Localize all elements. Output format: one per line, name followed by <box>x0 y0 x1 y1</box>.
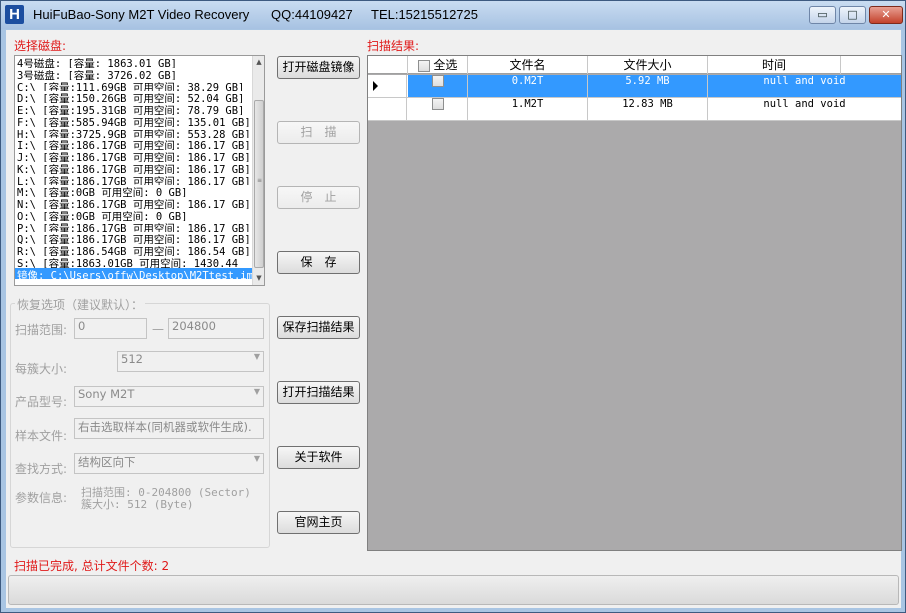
table-row[interactable]: 1.M2T 12.83 MB null and void <box>368 98 901 121</box>
row-header[interactable] <box>368 75 407 97</box>
grid-header: 全选 文件名 文件大小 时间 <box>368 56 901 74</box>
chevron-down-icon: ▼ <box>253 387 260 396</box>
close-icon: ✕ <box>881 8 891 21</box>
row-checkbox[interactable] <box>431 75 444 87</box>
filename-cell: 1.M2T <box>468 98 588 120</box>
save-scan-results-button[interactable]: 保存扫描结果 <box>277 316 360 339</box>
range-dash: — <box>152 322 164 336</box>
scan-range-to-input[interactable]: 204800 <box>168 318 264 339</box>
disk-list-item[interactable]: L:\ [容量:186.17GB 可用空间: 186.17 GB] <box>15 174 253 186</box>
scroll-up-arrow-icon[interactable]: ▲ <box>254 56 264 68</box>
scroll-grip-icon: ≡ <box>257 177 263 184</box>
close-button[interactable]: ✕ <box>869 6 903 24</box>
row-checkbox[interactable] <box>431 98 444 110</box>
disk-list-item[interactable]: N:\ [容量:186.17GB 可用空间: 186.17 GB] <box>15 197 253 209</box>
progress-bar <box>8 575 899 605</box>
disk-items: 4号磁盘: [容量: 1863.01 GB] 3号磁盘: [容量: 3726.02… <box>15 56 253 285</box>
disk-list-item[interactable]: E:\ [容量:195.31GB 可用空间: 78.79 GB] <box>15 103 253 115</box>
disk-list-item[interactable]: J:\ [容量:186.17GB 可用空间: 186.17 GB] <box>15 150 253 162</box>
minimize-icon: ▭ <box>817 8 828 21</box>
disk-list-item[interactable]: C:\ [容量:111.69GB 可用空间: 38.29 GB] <box>15 80 253 92</box>
scan-range-from-input[interactable]: 0 <box>74 318 147 339</box>
filesize-header[interactable]: 文件大小 <box>588 56 708 74</box>
disk-list-item[interactable]: D:\ [容量:150.26GB 可用空间: 52.04 GB] <box>15 91 253 103</box>
disk-list-item[interactable]: 3号磁盘: [容量: 3726.02 GB] <box>15 68 253 80</box>
minimize-button[interactable]: ▭ <box>809 6 836 24</box>
tel-contact: TEL:15215512725 <box>371 7 478 22</box>
disk-list-item[interactable]: 4号磁盘: [容量: 1863.01 GB] <box>15 56 253 68</box>
disk-list-item[interactable]: F:\ [容量:585.94GB 可用空间: 135.01 GB] <box>15 115 253 127</box>
app-logo-icon: H <box>5 5 24 24</box>
window-title: HuiFuBao-Sony M2T Video Recovery <box>33 7 250 22</box>
disk-list-item[interactable]: I:\ [容量:186.17GB 可用空间: 186.17 GB] <box>15 138 253 150</box>
select-all-label: 全选 <box>433 58 458 72</box>
product-model-select[interactable]: Sony M2T ▼ <box>74 386 264 407</box>
row-pointer-icon <box>373 81 378 91</box>
select-all-checkbox[interactable] <box>417 59 430 72</box>
filename-header[interactable]: 文件名 <box>468 56 588 74</box>
results-grid[interactable]: 全选 文件名 文件大小 时间 0.M2T 5.92 MB null and void… <box>367 55 902 551</box>
disk-list-item[interactable]: H:\ [容量:3725.9GB 可用空间: 553.28 GB] <box>15 127 253 139</box>
table-row[interactable]: 0.M2T 5.92 MB null and void <box>368 75 901 98</box>
row-select-cell[interactable] <box>408 98 468 120</box>
select-all-header[interactable]: 全选 <box>408 56 468 74</box>
status-text: 扫描已完成, 总计文件个数: 2 <box>14 559 170 573</box>
product-model-value: Sony M2T <box>78 387 135 401</box>
scan-button[interactable]: 扫 描 <box>277 121 360 144</box>
param-info-label: 参数信息: <box>15 491 68 505</box>
sample-file-input[interactable]: 右击选取样本(同机器或软件生成). <box>74 418 264 439</box>
qq-contact: QQ:44109427 <box>271 7 353 22</box>
title-bar[interactable]: H HuiFuBao-Sony M2T Video Recovery QQ:44… <box>1 1 905 29</box>
disk-select-label: 选择磁盘: <box>14 39 67 53</box>
grid-corner-cell <box>368 56 408 74</box>
maximize-button[interactable]: □ <box>839 6 866 24</box>
time-cell: null and void <box>763 98 846 110</box>
maximize-icon: □ <box>847 8 858 21</box>
recovery-options-legend: 恢复选项（建议默认）： <box>15 296 146 313</box>
disk-list-item[interactable]: 镜像: C:\Users\offw\Desktop\M2Ttest.im <box>15 267 253 280</box>
search-method-value: 结构区向下 <box>78 455 136 469</box>
time-header[interactable]: 时间 <box>708 56 841 74</box>
scan-range-label: 扫描范围: <box>15 323 68 337</box>
disk-listbox[interactable]: 4号磁盘: [容量: 1863.01 GB] 3号磁盘: [容量: 3726.02… <box>14 55 265 286</box>
param-cluster-size-text: 簇大小: 512 (Byte) <box>81 498 194 511</box>
disk-list-scrollbar[interactable]: ▲ ≡ ▼ <box>252 56 264 285</box>
time-cell: null and void <box>708 75 901 97</box>
cluster-size-label: 每簇大小: <box>15 362 68 376</box>
save-button[interactable]: 保 存 <box>277 251 360 274</box>
open-disk-image-button[interactable]: 打开磁盘镜像 <box>277 56 360 79</box>
client-area: 选择磁盘: 4号磁盘: [容量: 1863.01 GB] 3号磁盘: [容量: 3… <box>6 30 902 608</box>
scan-results-label: 扫描结果: <box>367 39 420 53</box>
product-model-label: 产品型号: <box>15 395 68 409</box>
disk-list-item[interactable]: Q:\ [容量:186.17GB 可用空间: 186.17 GB] <box>15 232 253 244</box>
scroll-down-arrow-icon[interactable]: ▼ <box>254 272 264 284</box>
open-scan-results-button[interactable]: 打开扫描结果 <box>277 381 360 404</box>
filename-cell: 0.M2T <box>468 75 588 97</box>
filesize-cell: 12.83 MB <box>588 98 708 120</box>
row-select-cell[interactable] <box>408 75 468 97</box>
scroll-thumb[interactable]: ≡ <box>254 100 264 268</box>
search-method-label: 查找方式: <box>15 462 68 476</box>
disk-list-item[interactable]: R:\ [容量:186.54GB 可用空间: 186.54 GB] <box>15 244 253 256</box>
disk-list-item[interactable]: O:\ [容量:0GB 可用空间: 0 GB] <box>15 209 253 221</box>
cluster-size-select[interactable]: 512 ▼ <box>117 351 264 372</box>
disk-list-item[interactable]: P:\ [容量:186.17GB 可用空间: 186.17 GB] <box>15 221 253 233</box>
app-window: H HuiFuBao-Sony M2T Video Recovery QQ:44… <box>0 0 906 613</box>
cluster-size-value: 512 <box>121 352 143 366</box>
filesize-cell: 5.92 MB <box>588 75 708 97</box>
chevron-down-icon: ▼ <box>253 352 260 361</box>
disk-list-item[interactable]: M:\ [容量:0GB 可用空间: 0 GB] <box>15 185 253 197</box>
disk-list-item[interactable]: S:\ [容量:1863.01GB 可用空间: 1430.44 <box>15 256 253 268</box>
stop-button[interactable]: 停 止 <box>277 186 360 209</box>
about-button[interactable]: 关于软件 <box>277 446 360 469</box>
disk-list-item[interactable]: K:\ [容量:186.17GB 可用空间: 186.17 GB] <box>15 162 253 174</box>
homepage-button[interactable]: 官网主页 <box>277 511 360 534</box>
sample-file-label: 样本文件: <box>15 429 68 443</box>
chevron-down-icon: ▼ <box>253 454 260 463</box>
search-method-select[interactable]: 结构区向下 ▼ <box>74 453 264 474</box>
row-header[interactable] <box>368 98 407 120</box>
